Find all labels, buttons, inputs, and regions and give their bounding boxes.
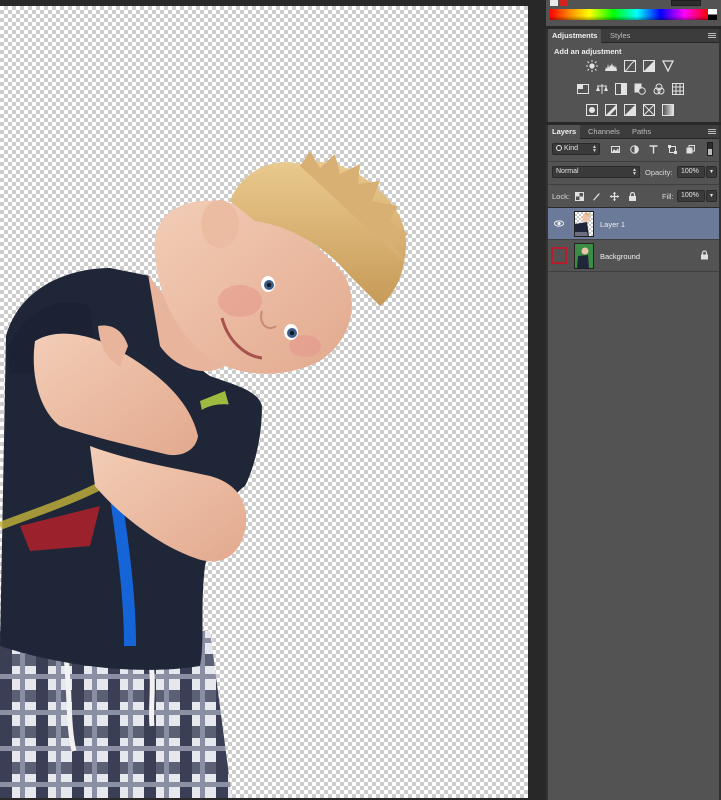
invert-icon[interactable]: [585, 103, 598, 116]
threshold-icon[interactable]: [623, 103, 636, 116]
layer-visibility-toggle[interactable]: [551, 247, 567, 264]
eye-icon: [554, 220, 564, 227]
layer-thumbnail: [574, 211, 594, 237]
lock-position-icon[interactable]: [610, 192, 619, 201]
tab-adjustments[interactable]: Adjustments: [548, 29, 602, 43]
shape-filter-icon[interactable]: [668, 145, 677, 154]
tab-styles[interactable]: Styles: [606, 29, 634, 43]
color-lookup-icon[interactable]: [671, 82, 684, 95]
document-window: [0, 0, 546, 800]
black-white-swatch[interactable]: [708, 9, 717, 20]
opacity-label: Opacity:: [645, 168, 673, 177]
tab-paths[interactable]: Paths: [628, 125, 655, 139]
opacity-dropdown-button[interactable]: ▾: [706, 166, 717, 178]
adjustment-filter-icon[interactable]: [630, 145, 639, 154]
warning-swatch[interactable]: [550, 0, 558, 6]
layer-filter-kind-select[interactable]: Kind ▲ ▼: [552, 143, 600, 155]
color-balance-icon[interactable]: [595, 82, 608, 95]
fill-input[interactable]: 100%: [677, 190, 705, 202]
vibrance-icon[interactable]: [576, 82, 589, 95]
tab-channels[interactable]: Channels: [584, 125, 624, 139]
layer-row-background[interactable]: Background: [548, 240, 719, 272]
type-filter-icon[interactable]: [649, 145, 658, 154]
layer-visibility-toggle[interactable]: [551, 215, 567, 232]
blend-mode-select[interactable]: Normal ▲ ▼: [552, 166, 640, 178]
adjustment-row-1: [585, 59, 674, 72]
filter-toggle-switch[interactable]: [707, 142, 713, 156]
posterize-icon[interactable]: [604, 103, 617, 116]
opacity-input[interactable]: 100%: [677, 166, 705, 178]
blend-mode-value: Normal: [556, 168, 579, 175]
color-value-field[interactable]: [671, 0, 701, 6]
divider: [548, 184, 719, 185]
layer-name[interactable]: Layer 1: [600, 220, 625, 229]
out-of-gamut-swatch[interactable]: [560, 0, 568, 6]
panel-menu-icon[interactable]: [708, 129, 716, 135]
dropdown-arrows-icon: ▲ ▼: [632, 167, 637, 177]
right-panel-dock: Adjustments Styles Add an adjustment Lay…: [546, 0, 721, 800]
smart-object-filter-icon[interactable]: [686, 145, 695, 154]
color-panel: [546, 0, 721, 26]
lock-transparent-pixels-icon[interactable]: [575, 192, 584, 201]
levels-icon[interactable]: [604, 59, 617, 72]
adjustments-panel: Add an adjustment: [548, 43, 719, 122]
lock-label: Lock:: [552, 192, 570, 201]
curves-icon[interactable]: [623, 59, 636, 72]
layers-list-empty-area: [548, 272, 719, 800]
lock-all-icon[interactable]: [628, 192, 637, 201]
lock-image-pixels-icon[interactable]: [592, 192, 601, 201]
color-spectrum-bar[interactable]: [550, 9, 708, 20]
adjustment-row-3: [585, 103, 674, 116]
layer-thumbnail: [574, 243, 594, 269]
lock-icon: [701, 250, 708, 260]
fill-dropdown-button[interactable]: ▾: [706, 190, 717, 202]
panel-menu-icon[interactable]: [708, 33, 716, 39]
gradient-triangle-icon[interactable]: [661, 59, 674, 72]
boy-photo-layer: [0, 151, 408, 798]
selective-color-icon[interactable]: [642, 103, 655, 116]
exposure-icon[interactable]: [642, 59, 655, 72]
brightness-contrast-icon[interactable]: [585, 59, 598, 72]
search-icon: [556, 145, 562, 151]
pixel-filter-icon[interactable]: [611, 145, 620, 154]
filter-kind-label: Kind: [564, 145, 579, 152]
adjustment-row-2: [576, 82, 684, 95]
dropdown-arrows-icon: ▲ ▼: [592, 144, 597, 154]
layer-row-layer-1[interactable]: Layer 1: [548, 208, 719, 240]
tab-layers[interactable]: Layers: [548, 125, 581, 139]
transparent-canvas[interactable]: [0, 6, 528, 798]
divider: [548, 161, 719, 162]
layers-tabbar: Layers Channels Paths: [548, 125, 719, 139]
photo-filter-icon[interactable]: [633, 82, 646, 95]
fill-label: Fill:: [662, 192, 674, 201]
black-white-icon[interactable]: [614, 82, 627, 95]
adjustments-tabbar: Adjustments Styles: [548, 29, 719, 43]
layer-name[interactable]: Background: [600, 252, 640, 261]
gradient-map-icon[interactable]: [661, 103, 674, 116]
channel-mixer-icon[interactable]: [652, 82, 665, 95]
adjustments-title: Add an adjustment: [554, 47, 622, 56]
